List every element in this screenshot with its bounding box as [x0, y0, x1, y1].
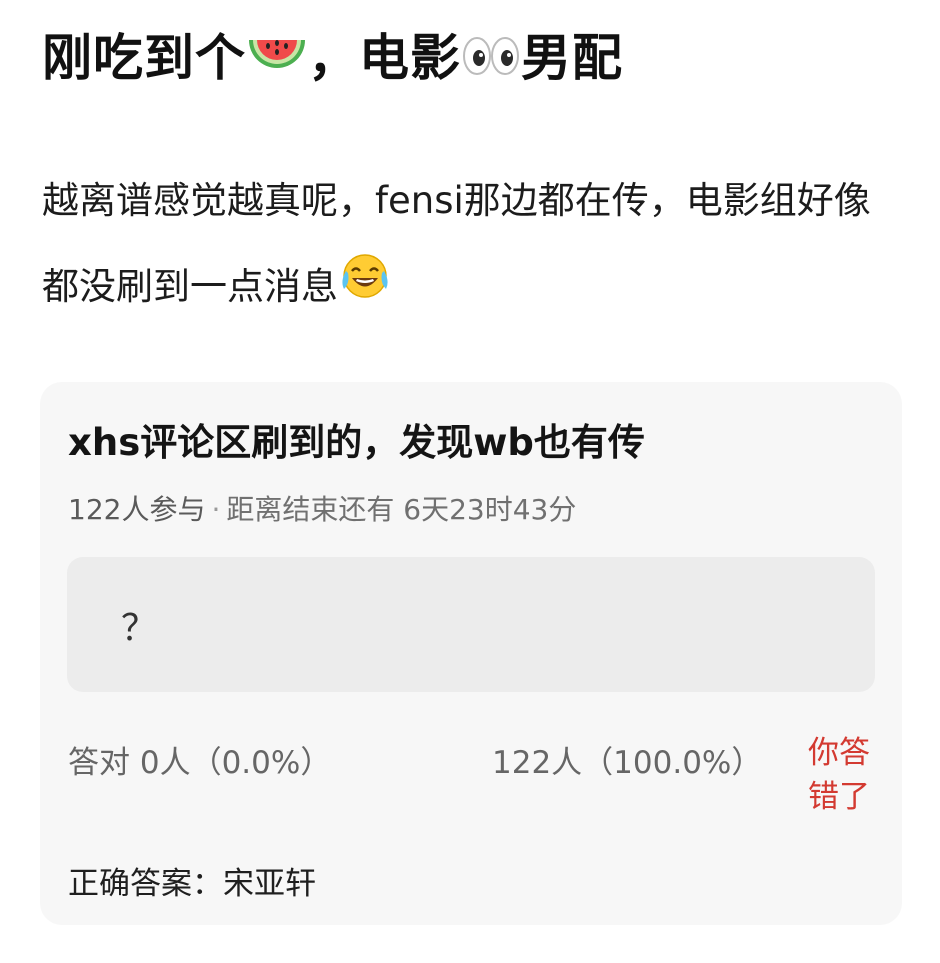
eyes-icon — [461, 32, 521, 92]
correct-answer-label: 正确答案： — [68, 866, 223, 902]
tears-of-joy-icon — [338, 246, 392, 332]
post-body-text: 越离谱感觉越真呢，fensi那边都在传，电影组好像都没刷到一点消息 — [42, 179, 871, 308]
poll-option[interactable]: ？ — [67, 557, 875, 692]
poll-participants: 122人参与 — [68, 493, 206, 526]
post-title: 刚吃到个 ，电影 男配 — [42, 18, 623, 92]
correct-answer-value: 宋亚轩 — [223, 866, 316, 902]
post-title-part2: ，电影 — [308, 29, 461, 87]
post-body: 越离谱感觉越真呢，fensi那边都在传，电影组好像都没刷到一点消息 — [42, 158, 902, 332]
your-result-badge: 你答错了 — [808, 735, 870, 815]
watermelon-icon — [246, 32, 308, 92]
wrong-count: 122人（100.0%） — [492, 745, 763, 781]
meta-separator: · — [211, 493, 221, 526]
post-title-part1: 刚吃到个 — [42, 29, 246, 87]
poll-card: xhs评论区刷到的，发现wb也有传 122人参与 · 距离结束还有 6天23时43分… — [40, 382, 902, 925]
poll-title: xhs评论区刷到的，发现wb也有传 — [68, 421, 645, 464]
post-title-part3: 男配 — [521, 29, 623, 87]
weibo-post: 刚吃到个 ，电影 男配 越离谱感觉越真呢，fensi那边都在传，电影组好像都没刷… — [0, 0, 940, 963]
correct-count: 答对 0人（0.0%） — [68, 745, 332, 781]
poll-meta: 122人参与 · 距离结束还有 6天23时43分 — [68, 488, 576, 528]
poll-countdown: 距离结束还有 6天23时43分 — [226, 493, 577, 526]
poll-option-text: ？ — [121, 608, 158, 649]
correct-answer: 正确答案：宋亚轩 — [68, 858, 316, 903]
